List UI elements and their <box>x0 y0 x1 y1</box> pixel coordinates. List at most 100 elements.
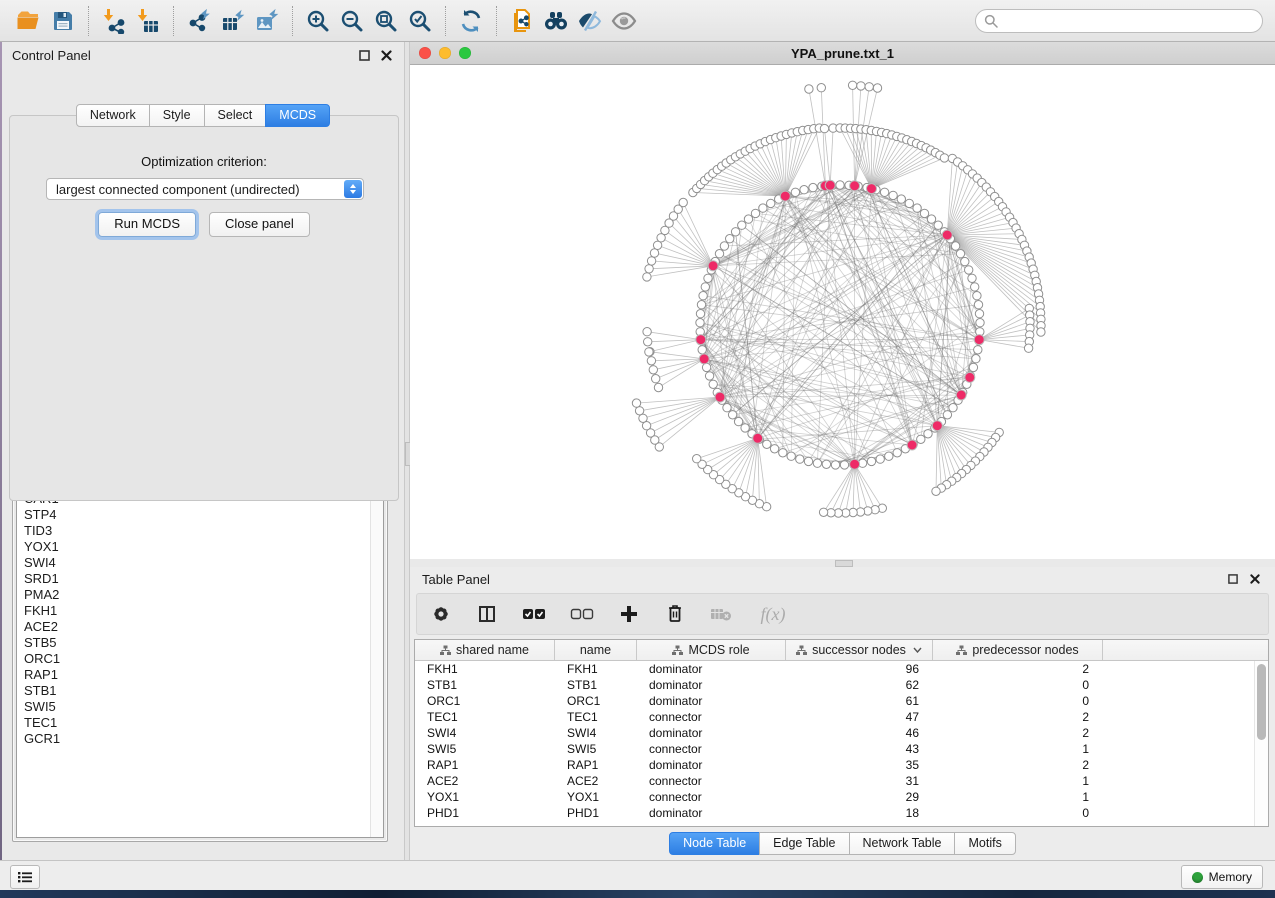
table-scrollbar[interactable] <box>1254 661 1268 826</box>
mcds-result-item[interactable]: STB1 <box>17 683 383 699</box>
table-row[interactable]: ACE2ACE2connector311 <box>415 773 1268 789</box>
tab-select[interactable]: Select <box>204 104 267 127</box>
find-icon[interactable] <box>539 5 573 37</box>
create-column-icon[interactable] <box>617 602 641 626</box>
mcds-result-item[interactable]: SRD1 <box>17 571 383 587</box>
mcds-result-item[interactable]: ACE2 <box>17 619 383 635</box>
selected-criterion: largest connected component (undirected) <box>47 182 344 197</box>
control-panel-tabs: Network Style Select MCDS <box>2 104 404 127</box>
table-row[interactable]: STB1STB1dominator620 <box>415 677 1268 693</box>
zoom-selected-icon[interactable] <box>403 5 437 37</box>
mcds-result-item[interactable]: PMA2 <box>17 587 383 603</box>
toolbar-separator <box>292 6 293 36</box>
table-row[interactable]: SWI4SWI4dominator462 <box>415 725 1268 741</box>
table-row[interactable]: RAP1RAP1dominator352 <box>415 757 1268 773</box>
table-options-icon[interactable] <box>429 602 453 626</box>
task-history-button[interactable] <box>10 865 40 889</box>
attribute-icon <box>956 645 967 656</box>
mcds-result-item[interactable]: TEC1 <box>17 715 383 731</box>
mcds-result-item[interactable]: ORC1 <box>17 651 383 667</box>
show-hide-columns-icon[interactable] <box>475 602 499 626</box>
mcds-result-item[interactable]: SWI4 <box>17 555 383 571</box>
float-panel-icon[interactable] <box>1225 571 1241 587</box>
memory-status-icon <box>1192 872 1203 883</box>
column-header-mcds-role[interactable]: MCDS role <box>637 640 786 660</box>
table-row[interactable]: YOX1YOX1connector291 <box>415 789 1268 805</box>
table-cell: 1 <box>933 790 1103 804</box>
zoom-fit-icon[interactable] <box>369 5 403 37</box>
import-table-icon[interactable] <box>131 5 165 37</box>
network-canvas[interactable] <box>410 65 1275 559</box>
close-panel-button[interactable]: Close panel <box>209 212 310 237</box>
column-header-name[interactable]: name <box>555 640 637 660</box>
column-header-predecessor-nodes[interactable]: predecessor nodes <box>933 640 1103 660</box>
tab-edge-table[interactable]: Edge Table <box>759 832 849 855</box>
table-cell: 35 <box>786 758 933 772</box>
float-panel-icon[interactable] <box>356 47 372 63</box>
table-cell: 2 <box>933 726 1103 740</box>
save-session-icon[interactable] <box>46 5 80 37</box>
table-cell: 43 <box>786 742 933 756</box>
horizontal-splitter[interactable] <box>410 559 1275 567</box>
apply-layout-icon[interactable] <box>454 5 488 37</box>
table-cell: connector <box>637 790 786 804</box>
table-row[interactable]: FKH1FKH1dominator962 <box>415 661 1268 677</box>
table-cell: FKH1 <box>555 662 637 676</box>
zoom-out-icon[interactable] <box>335 5 369 37</box>
mcds-result-item[interactable]: SWI5 <box>17 699 383 715</box>
attribute-icon <box>796 645 807 656</box>
splitter-handle[interactable] <box>835 560 853 567</box>
open-file-icon[interactable] <box>12 5 46 37</box>
table-panel-titlebar: Table Panel <box>410 567 1275 591</box>
export-network-icon[interactable] <box>182 5 216 37</box>
scrollbar-thumb[interactable] <box>1257 664 1266 740</box>
column-header-shared-name[interactable]: shared name <box>415 640 555 660</box>
mcds-result-item[interactable]: RAP1 <box>17 667 383 683</box>
table-cell: RAP1 <box>555 758 637 772</box>
deselect-all-icon[interactable] <box>569 602 595 626</box>
close-panel-icon[interactable] <box>378 47 394 63</box>
network-graph <box>410 65 1275 559</box>
control-panel: Control Panel Network Style Select MCDS … <box>2 42 404 860</box>
optimization-criterion-select[interactable]: largest connected component (undirected) <box>46 178 364 200</box>
select-all-icon[interactable] <box>521 602 547 626</box>
mcds-result-item[interactable]: STB5 <box>17 635 383 651</box>
table-row[interactable]: PHD1PHD1dominator180 <box>415 805 1268 821</box>
table-cell: YOX1 <box>555 790 637 804</box>
tab-network-table[interactable]: Network Table <box>849 832 956 855</box>
table-panel: Table Panel <box>410 567 1275 860</box>
tab-network[interactable]: Network <box>76 104 150 127</box>
run-mcds-button[interactable]: Run MCDS <box>98 212 196 237</box>
tab-style[interactable]: Style <box>149 104 205 127</box>
table-cell: 0 <box>933 694 1103 708</box>
zoom-in-icon[interactable] <box>301 5 335 37</box>
export-image-icon[interactable] <box>250 5 284 37</box>
close-panel-icon[interactable] <box>1247 571 1263 587</box>
table-cell: SWI4 <box>415 726 555 740</box>
table-row[interactable]: ORC1ORC1dominator610 <box>415 693 1268 709</box>
tab-node-table[interactable]: Node Table <box>669 832 760 855</box>
mcds-result-item[interactable]: YOX1 <box>17 539 383 555</box>
tab-motifs[interactable]: Motifs <box>954 832 1015 855</box>
column-header-successor-nodes[interactable]: successor nodes <box>786 640 933 660</box>
delete-table-icon <box>709 602 733 626</box>
mcds-result-item[interactable]: TID3 <box>17 523 383 539</box>
mcds-result-list[interactable]: PHD1CAR1STP4TID3YOX1SWI4SRD1PMA2FKH1ACE2… <box>16 471 384 838</box>
hide-selected-icon[interactable] <box>573 5 607 37</box>
toolbar-separator <box>496 6 497 36</box>
delete-columns-icon[interactable] <box>663 602 687 626</box>
import-network-icon[interactable] <box>97 5 131 37</box>
new-network-from-selection-icon[interactable] <box>505 5 539 37</box>
mcds-result-item[interactable]: GCR1 <box>17 731 383 747</box>
mcds-result-item[interactable]: FKH1 <box>17 603 383 619</box>
table-cell: PHD1 <box>555 806 637 820</box>
memory-button[interactable]: Memory <box>1181 865 1263 889</box>
mcds-list-scrollbar[interactable] <box>370 472 383 837</box>
table-row[interactable]: TEC1TEC1connector472 <box>415 709 1268 725</box>
mcds-result-item[interactable]: STP4 <box>17 507 383 523</box>
table-row[interactable]: SWI5SWI5connector431 <box>415 741 1268 757</box>
search-input[interactable] <box>1004 13 1254 29</box>
search-field[interactable] <box>975 9 1263 33</box>
tab-mcds[interactable]: MCDS <box>265 104 330 127</box>
export-table-icon[interactable] <box>216 5 250 37</box>
